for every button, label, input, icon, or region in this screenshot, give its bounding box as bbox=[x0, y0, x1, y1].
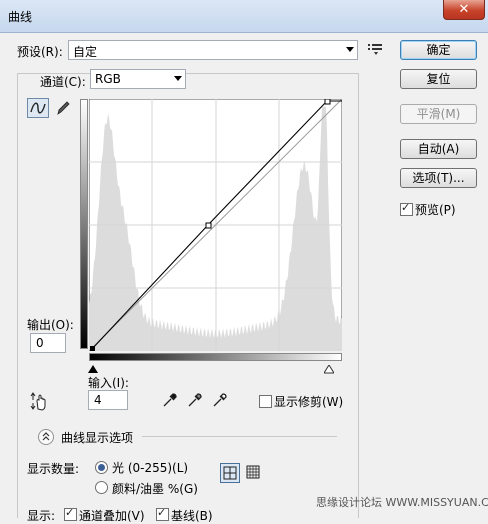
channel-overlay-checkbox[interactable] bbox=[64, 506, 77, 521]
preview-label: 预览(P) bbox=[415, 203, 456, 217]
preset-value: 自定 bbox=[73, 45, 98, 59]
output-gradient-bar bbox=[80, 99, 88, 349]
input-field[interactable]: 4 bbox=[88, 390, 128, 410]
chevron-down-icon bbox=[174, 76, 182, 81]
display-amount-label: 显示数量: bbox=[27, 462, 80, 476]
channel-label: 通道(C): bbox=[40, 75, 86, 89]
smooth-button[interactable]: 平滑(M) bbox=[400, 104, 477, 124]
preset-label: 预设(R): bbox=[17, 45, 63, 59]
close-button[interactable]: ✕ bbox=[443, 0, 485, 20]
input-value: 4 bbox=[94, 393, 102, 407]
watermark: 思缘设计论坛 WWW.MISSYUAN.COM bbox=[316, 496, 488, 509]
grid-fine-icon[interactable] bbox=[244, 463, 264, 483]
white-point-slider[interactable] bbox=[323, 363, 335, 377]
white-eyedropper-icon[interactable] bbox=[212, 392, 228, 411]
menu-icon[interactable] bbox=[368, 43, 382, 55]
pencil-icon[interactable] bbox=[55, 99, 71, 117]
expand-chevron-icon[interactable] bbox=[38, 429, 54, 445]
divider bbox=[142, 436, 337, 437]
baseline-checkbox[interactable] bbox=[156, 506, 169, 521]
curve-point-mid bbox=[205, 222, 212, 229]
curve-options-label: 曲线显示选项 bbox=[61, 431, 134, 445]
grid-coarse-icon[interactable] bbox=[220, 463, 240, 483]
light-radio[interactable] bbox=[95, 461, 108, 474]
hand-adjust-icon[interactable] bbox=[28, 392, 50, 415]
input-label: 输入(I): bbox=[88, 376, 129, 390]
chevron-down-icon bbox=[346, 47, 354, 52]
curve-graph[interactable] bbox=[88, 98, 343, 352]
title-bar bbox=[0, 0, 488, 33]
auto-button[interactable]: 自动(A) bbox=[400, 139, 477, 159]
pigment-radio[interactable] bbox=[95, 481, 108, 494]
show-clipping-label: 显示修剪(W) bbox=[274, 395, 344, 409]
baseline-label: 基线(B) bbox=[171, 509, 213, 523]
show-clipping-checkbox[interactable] bbox=[259, 395, 272, 408]
show-label: 显示: bbox=[27, 509, 56, 523]
options-button[interactable]: 选项(T)... bbox=[400, 168, 477, 188]
ok-button[interactable]: 确定 bbox=[400, 40, 477, 60]
pigment-label: 颜料/油墨 %(G) bbox=[112, 482, 198, 496]
input-gradient-bar bbox=[89, 353, 342, 361]
preview-checkbox[interactable] bbox=[400, 201, 413, 216]
gray-eyedropper-icon[interactable] bbox=[187, 392, 203, 411]
output-label: 输出(O): bbox=[27, 318, 74, 332]
curve-point-tool-icon[interactable] bbox=[27, 98, 49, 118]
channel-value: RGB bbox=[95, 72, 121, 86]
light-label: 光 (0-255)(L) bbox=[112, 461, 189, 475]
black-eyedropper-icon[interactable] bbox=[162, 392, 178, 411]
channel-select[interactable]: RGB bbox=[90, 69, 186, 89]
preset-select[interactable]: 自定 bbox=[68, 40, 358, 60]
channel-overlay-label: 通道叠加(V) bbox=[79, 509, 145, 523]
output-value: 0 bbox=[36, 336, 44, 350]
curve-point-white bbox=[324, 98, 331, 105]
curve-graph-svg[interactable] bbox=[88, 98, 343, 352]
window-title: 曲线 bbox=[8, 10, 33, 24]
curve-point-black bbox=[90, 346, 95, 351]
output-field[interactable]: 0 bbox=[30, 333, 66, 353]
reset-button[interactable]: 复位 bbox=[400, 69, 477, 89]
